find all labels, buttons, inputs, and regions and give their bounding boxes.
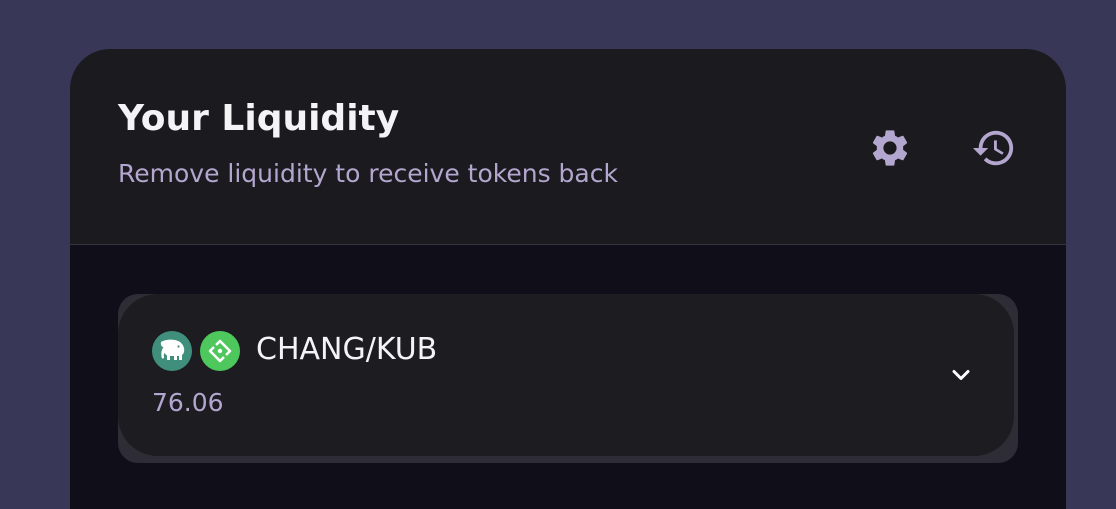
liquidity-card: Your Liquidity Remove liquidity to recei… <box>70 49 1066 509</box>
expand-toggle[interactable] <box>946 360 976 390</box>
chang-token-icon <box>152 331 192 371</box>
card-body: CHANG/KUB 76.06 <box>70 245 1066 509</box>
history-icon <box>972 130 1014 166</box>
settings-button[interactable] <box>867 125 913 171</box>
pool-pair-name: CHANG/KUB <box>256 332 438 367</box>
page-subtitle: Remove liquidity to receive tokens back <box>118 159 618 188</box>
bitkub-icon <box>208 339 232 363</box>
chevron-down-icon <box>952 370 970 380</box>
liquidity-pool-item[interactable]: CHANG/KUB 76.06 <box>118 294 1018 463</box>
elephant-icon <box>160 339 185 360</box>
settings-icon <box>872 130 908 166</box>
history-button[interactable] <box>971 125 1017 171</box>
pool-value: 76.06 <box>152 388 224 417</box>
card-header: Your Liquidity Remove liquidity to recei… <box>70 49 1066 245</box>
pool-item-inner: CHANG/KUB 76.06 <box>118 294 1014 456</box>
page-title: Your Liquidity <box>118 98 400 139</box>
kub-token-icon <box>200 331 240 371</box>
